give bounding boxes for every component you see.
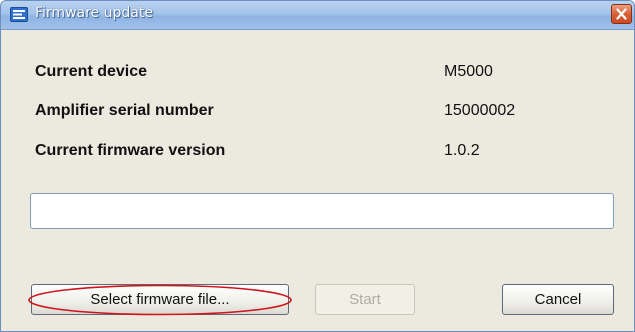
select-firmware-file-button[interactable]: Select firmware file... xyxy=(31,284,289,315)
firmware-version-label: Current firmware version xyxy=(35,142,226,159)
close-button[interactable] xyxy=(611,4,632,24)
close-icon xyxy=(616,8,627,20)
firmware-window-icon xyxy=(10,7,28,22)
firmware-file-path-field[interactable] xyxy=(30,193,614,229)
current-device-label: Current device xyxy=(35,63,148,80)
window-title: Firmware update xyxy=(35,5,153,21)
title-bar[interactable]: Firmware update xyxy=(1,1,634,30)
start-button[interactable]: Start xyxy=(315,284,415,315)
serial-number-label: Amplifier serial number xyxy=(35,102,214,119)
current-device-value: M5000 xyxy=(444,63,493,80)
firmware-version-value: 1.0.2 xyxy=(444,142,480,159)
cancel-button[interactable]: Cancel xyxy=(502,284,614,315)
serial-number-value: 15000002 xyxy=(444,102,516,119)
firmware-update-dialog: Firmware update Current device M5000 Amp… xyxy=(0,0,635,332)
